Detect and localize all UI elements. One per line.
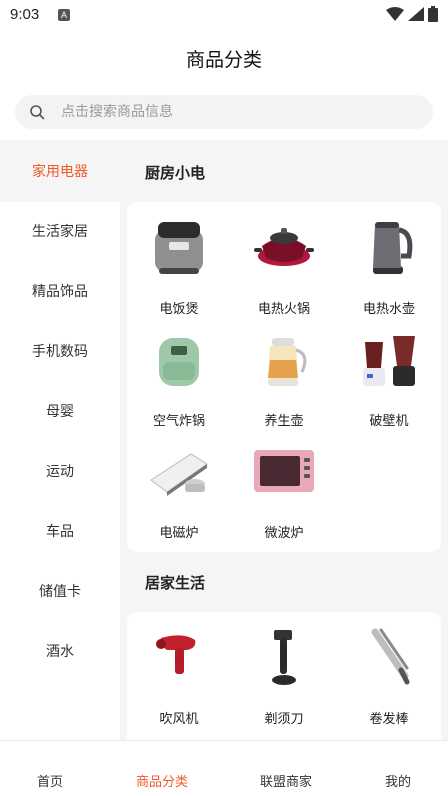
search-bar xyxy=(0,84,448,140)
sidebar-item-digital[interactable]: 手机数码 xyxy=(0,322,120,382)
search-box[interactable] xyxy=(15,95,433,129)
category-content: 厨房小电 电饭煲 电热火锅 电热水壶 空气炸锅 养生壶 破壁机 电磁炉 微波炉 … xyxy=(120,140,448,740)
product-rice-cooker[interactable]: 电饭煲 xyxy=(129,216,229,326)
kettle-icon xyxy=(373,222,413,274)
sidebar-item-liquor[interactable]: 酒水 xyxy=(0,622,120,740)
status-time: 9:03 xyxy=(10,6,40,23)
product-card-home-living: 吹风机 剃须刀 卷发棒 xyxy=(127,612,441,740)
product-label: 吹风机 xyxy=(159,712,199,727)
signal-icon xyxy=(408,7,424,21)
product-health-pot[interactable]: 养生壶 xyxy=(234,328,334,438)
search-icon xyxy=(30,105,45,120)
search-input[interactable] xyxy=(61,95,411,129)
microwave-icon xyxy=(254,450,314,492)
status-icons xyxy=(386,6,438,22)
notification-a-icon: A xyxy=(58,9,70,21)
air-fryer-icon xyxy=(159,338,199,386)
blender-icon xyxy=(363,336,415,386)
product-kettle[interactable]: 电热水壶 xyxy=(339,216,439,326)
sidebar-item-appliances[interactable]: 家用电器 xyxy=(0,142,120,202)
section-title-home-living: 居家生活 xyxy=(145,574,206,592)
product-blender[interactable]: 破壁机 xyxy=(339,328,439,438)
product-label: 空气炸锅 xyxy=(152,414,205,429)
product-label: 微波炉 xyxy=(264,526,304,541)
product-curling-iron[interactable]: 卷发棒 xyxy=(339,626,439,736)
section-title-kitchen: 厨房小电 xyxy=(145,164,206,182)
page-title: 商品分类 xyxy=(185,49,262,71)
curling-iron-icon xyxy=(371,628,410,685)
rice-cooker-icon xyxy=(155,222,203,274)
product-label: 养生壶 xyxy=(264,414,304,429)
bottom-nav: 首页 商品分类 联盟商家 我的 xyxy=(0,740,448,796)
title-bar: 商品分类 xyxy=(0,32,448,84)
wifi-icon xyxy=(386,7,404,21)
nav-categories[interactable]: 商品分类 xyxy=(122,741,202,796)
hair-dryer-icon xyxy=(156,635,196,674)
product-label: 剃须刀 xyxy=(264,712,304,727)
sidebar-item-label: 酒水 xyxy=(46,644,74,660)
battery-icon xyxy=(428,6,438,22)
sidebar-item-accessories[interactable]: 精品饰品 xyxy=(0,262,120,322)
product-label: 电热火锅 xyxy=(257,302,310,317)
nav-partner-merchants[interactable]: 联盟商家 xyxy=(246,741,326,796)
product-razor[interactable]: 剃须刀 xyxy=(234,626,334,736)
induction-cooker-icon xyxy=(150,453,208,496)
product-label: 破壁机 xyxy=(369,414,409,429)
product-microwave[interactable]: 微波炉 xyxy=(234,440,334,550)
product-air-fryer[interactable]: 空气炸锅 xyxy=(129,328,229,438)
status-bar: 9:03 A xyxy=(0,0,448,32)
nav-mine[interactable]: 我的 xyxy=(358,741,438,796)
hot-pot-icon xyxy=(254,228,314,266)
product-hot-pot[interactable]: 电热火锅 xyxy=(234,216,334,326)
product-card-kitchen: 电饭煲 电热火锅 电热水壶 空气炸锅 养生壶 破壁机 电磁炉 微波炉 xyxy=(127,202,441,552)
product-label: 卷发棒 xyxy=(369,712,409,727)
sidebar-item-home-living[interactable]: 生活家居 xyxy=(0,202,120,262)
product-label: 电热水壶 xyxy=(362,302,415,317)
product-label: 电磁炉 xyxy=(159,526,199,541)
razor-icon xyxy=(272,630,296,685)
sidebar-item-car[interactable]: 车品 xyxy=(0,502,120,562)
sidebar-item-baby[interactable]: 母婴 xyxy=(0,382,120,442)
sidebar-item-sports[interactable]: 运动 xyxy=(0,442,120,502)
product-induction-cooker[interactable]: 电磁炉 xyxy=(129,440,229,550)
health-pot-icon xyxy=(268,338,307,386)
product-hair-dryer[interactable]: 吹风机 xyxy=(129,626,229,736)
sidebar-item-gift-card[interactable]: 储值卡 xyxy=(0,562,120,622)
nav-home[interactable]: 首页 xyxy=(10,741,90,796)
product-label: 电饭煲 xyxy=(159,302,199,317)
category-sidebar: 家用电器 生活家居 精品饰品 手机数码 母婴 运动 车品 储值卡 酒水 xyxy=(0,140,120,740)
